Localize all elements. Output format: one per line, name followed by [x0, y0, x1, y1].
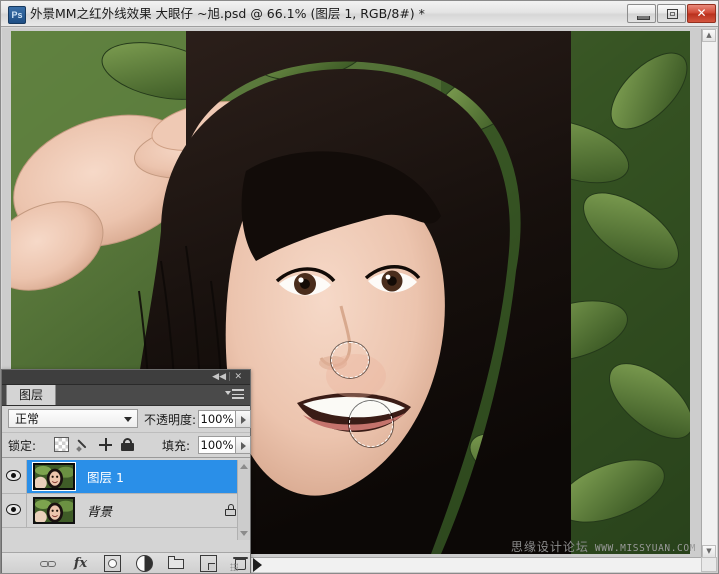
panel-resize-grip[interactable] [230, 563, 238, 571]
tab-layers[interactable]: 图层 [6, 385, 57, 405]
layer-thumbnail[interactable] [32, 462, 76, 491]
panel-expand-arrow-icon[interactable] [253, 558, 262, 572]
eye-icon [6, 470, 21, 481]
window-controls: ✕ [627, 4, 716, 24]
minimize-icon [637, 16, 650, 20]
photoshop-logo-icon: Ps [8, 6, 26, 24]
scroll-up-arrow-icon[interactable]: ▲ [702, 29, 716, 42]
maximize-icon [667, 9, 678, 19]
blend-mode-value: 正常 [15, 412, 40, 426]
maximize-button[interactable] [657, 4, 686, 23]
layers-panel: ◀◀ ✕ 图层 正常 不透明度: 100% 锁定: 填充: 100% 图层 1 … [1, 369, 262, 573]
layer-visibility-toggle[interactable] [2, 494, 27, 527]
eye-icon [6, 504, 21, 515]
link-layers-icon[interactable] [40, 555, 57, 572]
layers-panel-footer: fx [2, 552, 262, 573]
scrollbar-corner [701, 557, 717, 572]
blend-mode-row: 正常 不透明度: 100% [2, 406, 251, 433]
new-adjustment-layer-icon[interactable] [136, 555, 153, 572]
lock-row: 锁定: 填充: 100% [2, 433, 251, 458]
layers-panel-footer-icons: fx [40, 555, 249, 572]
new-group-icon[interactable] [168, 555, 185, 572]
blend-mode-select[interactable]: 正常 [8, 409, 138, 428]
fill-stepper[interactable] [235, 436, 251, 454]
layer-list-scrollbar[interactable] [237, 460, 250, 540]
photoshop-window: Ps 外景MM之红外线效果 大眼仔 ~旭.psd @ 66.1% (图层 1, … [0, 0, 719, 574]
lasso-selection-upper-cheek[interactable] [331, 342, 369, 378]
layer-name: 背景 [87, 504, 113, 519]
lock-transparent-pixels-icon[interactable] [54, 437, 69, 452]
chevron-down-icon [124, 417, 132, 422]
layer-list-scroll-up-icon[interactable] [240, 464, 248, 469]
layer-thumbnail[interactable] [33, 497, 75, 524]
opacity-label: 不透明度: [144, 413, 197, 427]
add-layer-mask-icon[interactable] [104, 555, 121, 572]
panel-menu-caret-icon [225, 391, 231, 395]
layer-name: 图层 1 [87, 470, 124, 485]
table-row[interactable]: 图层 1 [2, 460, 250, 494]
fill-stepper-arrow-icon [241, 442, 246, 450]
window-title-bar: Ps 外景MM之红外线效果 大眼仔 ~旭.psd @ 66.1% (图层 1, … [1, 1, 718, 27]
layer-locked-icon [225, 504, 236, 516]
layer-list[interactable]: 图层 1 背景 [2, 460, 250, 540]
layer-visibility-toggle[interactable] [2, 460, 27, 493]
panel-tab-row: 图层 [2, 385, 250, 406]
layer-style-fx-icon[interactable]: fx [72, 555, 89, 572]
close-icon: ✕ [696, 6, 707, 20]
fill-label: 填充: [162, 439, 191, 453]
fill-input[interactable]: 100% [198, 436, 236, 454]
opacity-stepper[interactable] [235, 410, 251, 428]
canvas-vertical-scrollbar[interactable]: ▲ ▼ [701, 29, 717, 558]
panel-menu-icon[interactable] [225, 389, 244, 400]
opacity-stepper-arrow-icon [241, 416, 246, 424]
collapse-panel-icon[interactable]: ◀◀ [212, 371, 226, 383]
layer-list-scroll-down-icon[interactable] [240, 531, 248, 536]
minimize-button[interactable] [627, 4, 656, 23]
window-title: 外景MM之红外线效果 大眼仔 ~旭.psd @ 66.1% (图层 1, RGB… [30, 6, 425, 21]
opacity-input[interactable]: 100% [198, 410, 236, 428]
lock-label: 锁定: [8, 439, 37, 453]
panel-title-bar: ◀◀ ✕ [2, 370, 250, 385]
close-button[interactable]: ✕ [687, 4, 716, 23]
close-panel-icon[interactable]: ✕ [234, 371, 242, 383]
panel-topbar-divider [229, 372, 230, 381]
table-row[interactable]: 背景 [2, 494, 250, 528]
new-layer-icon[interactable] [200, 555, 217, 572]
